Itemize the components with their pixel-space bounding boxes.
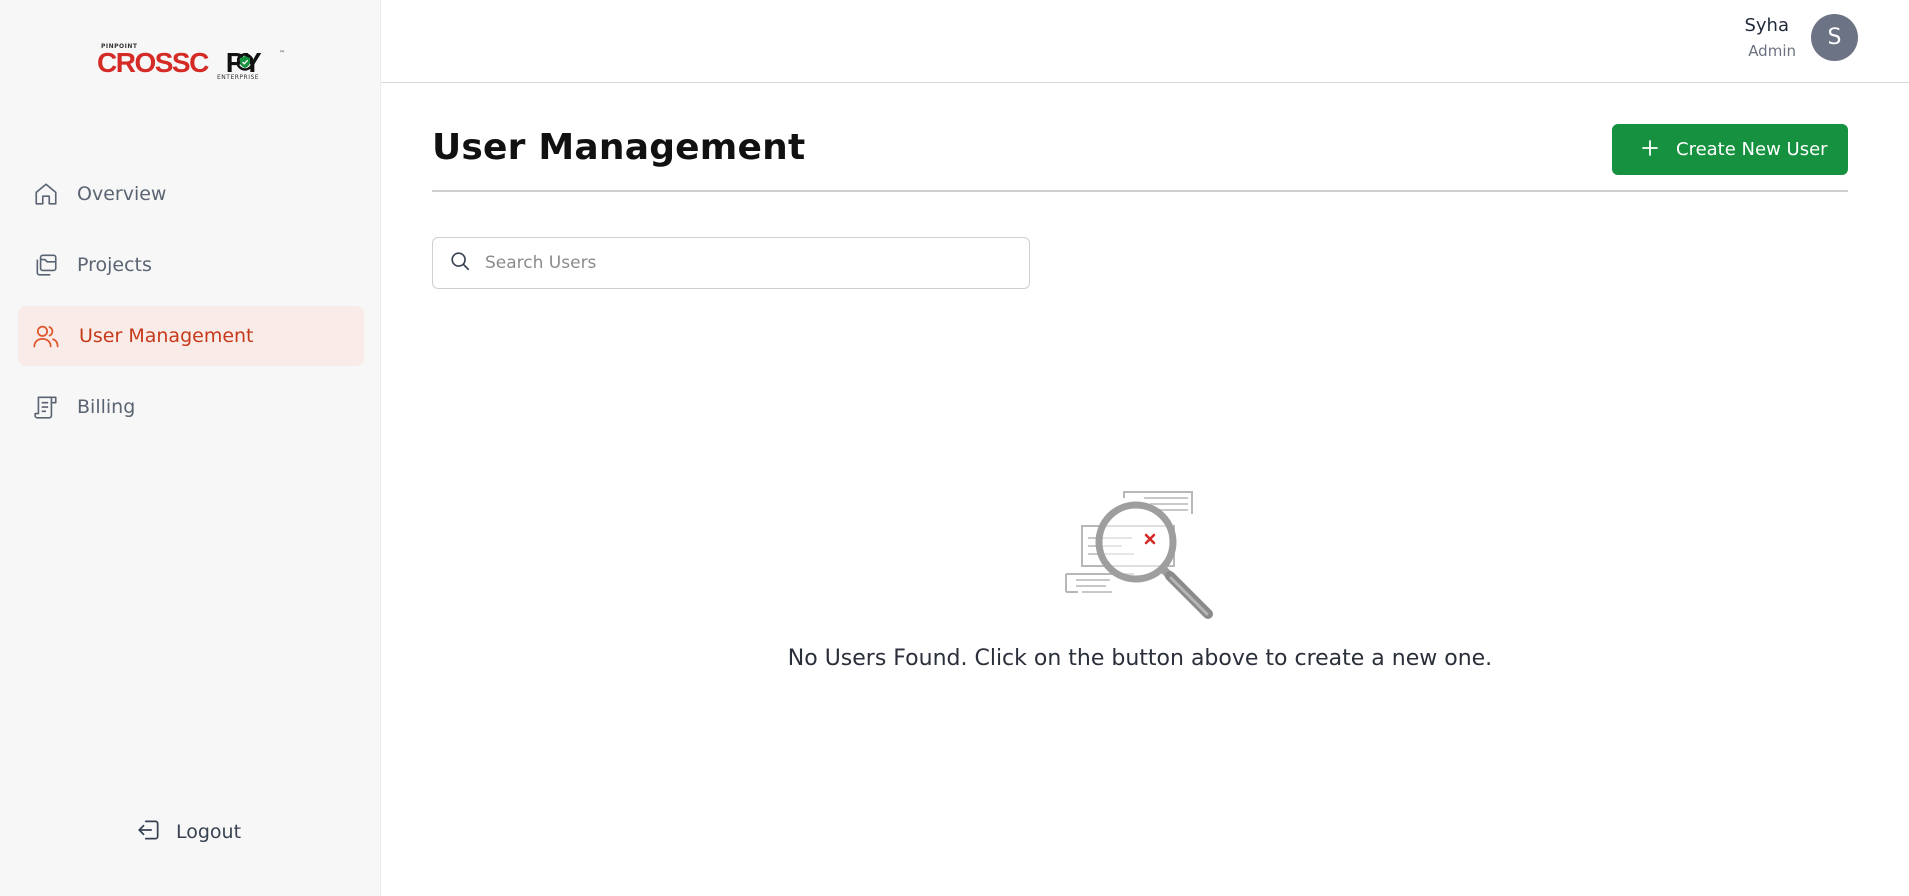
sidebar-item-overview[interactable]: Overview	[18, 164, 364, 224]
crosscopy-logo[interactable]: PINPOINT CROSSCPY ™ ENTERPRISE	[95, 40, 285, 84]
logout-label: Logout	[176, 821, 242, 843]
logout-button[interactable]: Logout	[136, 814, 241, 850]
user-role: Admin	[1748, 42, 1796, 60]
sidebar-item-billing[interactable]: Billing	[18, 377, 364, 437]
sidebar-item-user-management[interactable]: User Management	[18, 306, 364, 366]
create-new-user-button[interactable]: Create New User	[1612, 124, 1848, 175]
home-icon	[32, 180, 60, 208]
search-icon	[449, 250, 471, 276]
sidebar: PINPOINT CROSSCPY ™ ENTERPRISE Overview	[0, 0, 381, 896]
logout-icon	[136, 817, 162, 847]
sidebar-item-label: Projects	[77, 254, 152, 276]
no-results-illustration	[1065, 491, 1213, 619]
search-box[interactable]	[432, 237, 1030, 289]
sidebar-item-label: Billing	[77, 396, 136, 418]
sidebar-nav: Overview Projects User Management Billin…	[18, 164, 364, 448]
logo-trademark: ™	[279, 50, 285, 57]
page-title: User Management	[432, 127, 806, 168]
users-icon	[32, 322, 60, 350]
app: PINPOINT CROSSCPY ™ ENTERPRISE Overview	[0, 0, 1909, 896]
plus-icon	[1640, 138, 1660, 162]
sidebar-item-label: User Management	[79, 325, 254, 347]
receipt-icon	[32, 393, 60, 421]
avatar[interactable]: S	[1811, 14, 1858, 61]
shield-check-icon	[237, 53, 253, 71]
top-bar: Syha Admin S	[381, 0, 1909, 83]
sidebar-item-label: Overview	[77, 183, 167, 205]
sidebar-item-projects[interactable]: Projects	[18, 235, 364, 295]
folders-icon	[32, 251, 60, 279]
user-name: Syha	[1744, 15, 1789, 36]
logo-enterprise-text: ENTERPRISE	[217, 74, 260, 81]
empty-state-message: No Users Found. Click on the button abov…	[787, 646, 1493, 671]
create-button-label: Create New User	[1676, 139, 1828, 160]
search-input[interactable]	[485, 253, 1005, 273]
divider	[432, 190, 1848, 192]
